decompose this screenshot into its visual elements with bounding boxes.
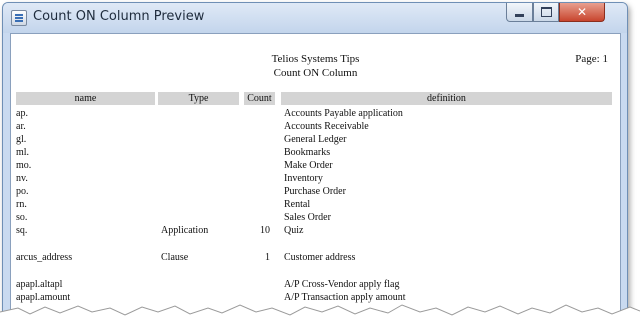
maximize-icon bbox=[540, 7, 552, 17]
table-row: arcus_address Clause 1 Customer address bbox=[11, 252, 620, 265]
table-row: rn. Rental bbox=[11, 199, 620, 212]
report-title: Count ON Column bbox=[273, 67, 358, 79]
cell-definition: Quiz bbox=[284, 225, 304, 236]
cell-name: gl. bbox=[16, 134, 27, 145]
column-header-name: name bbox=[16, 92, 155, 105]
table-row: ar. Accounts Receivable bbox=[11, 121, 620, 134]
cell-name: ar. bbox=[16, 121, 26, 132]
table-row: nv. Inventory bbox=[11, 173, 620, 186]
window-title: Count ON Column Preview bbox=[33, 9, 205, 24]
column-header-definition: definition bbox=[281, 92, 612, 105]
column-header-count: Count bbox=[244, 92, 275, 105]
cell-name: rn. bbox=[16, 199, 27, 210]
table-row: ap. Accounts Payable application bbox=[11, 108, 620, 121]
page-number: Page: 1 bbox=[575, 53, 608, 65]
cell-definition: Inventory bbox=[284, 173, 323, 184]
cell-definition: Sales Order bbox=[284, 212, 331, 223]
cell-definition: Rental bbox=[284, 199, 311, 210]
cell-definition: General Ledger bbox=[284, 134, 347, 145]
cell-definition: A/P Cross-Vendor apply flag bbox=[284, 279, 400, 290]
cell-name: ml. bbox=[16, 147, 30, 158]
maximize-button[interactable] bbox=[533, 3, 559, 22]
title-bar[interactable]: Count ON Column Preview ✕ bbox=[3, 3, 627, 33]
table-row: ml. Bookmarks bbox=[11, 147, 620, 160]
preview-window: Count ON Column Preview ✕ Telios Systems… bbox=[2, 2, 628, 330]
cell-name: po. bbox=[16, 186, 29, 197]
cell-definition: Customer address bbox=[284, 252, 356, 263]
cell-definition: Accounts Payable application bbox=[284, 108, 403, 119]
cell-name: mo. bbox=[16, 160, 32, 171]
document-icon[interactable] bbox=[11, 10, 27, 26]
cell-definition: Accounts Receivable bbox=[284, 121, 369, 132]
cell-name: sq. bbox=[16, 225, 28, 236]
cell-name: so. bbox=[16, 212, 28, 223]
column-header-type: Type bbox=[158, 92, 239, 105]
cell-name: ap. bbox=[16, 108, 28, 119]
cell-definition: Bookmarks bbox=[284, 147, 331, 158]
table-row: sq. Application 10 Quiz bbox=[11, 225, 620, 238]
cell-definition: Make Order bbox=[284, 160, 333, 171]
report-company: Telios Systems Tips bbox=[271, 53, 360, 65]
table-row: mo. Make Order bbox=[11, 160, 620, 173]
cell-type: Application bbox=[161, 225, 209, 236]
cell-name: arcus_address bbox=[16, 252, 73, 263]
cell-name: apapl.altapl bbox=[16, 279, 63, 290]
close-button[interactable]: ✕ bbox=[559, 3, 605, 22]
cell-count: 1 bbox=[265, 252, 270, 263]
minimize-button[interactable] bbox=[506, 3, 533, 22]
table-row: so. Sales Order bbox=[11, 212, 620, 225]
table-row: gl. General Ledger bbox=[11, 134, 620, 147]
report-page: Telios Systems Tips Count ON Column Page… bbox=[10, 33, 621, 329]
minimize-icon bbox=[515, 13, 524, 17]
cell-definition: Purchase Order bbox=[284, 186, 346, 197]
close-icon: ✕ bbox=[576, 5, 588, 19]
table-row: po. Purchase Order bbox=[11, 186, 620, 199]
cell-type: Clause bbox=[161, 252, 189, 263]
cell-name: nv. bbox=[16, 173, 28, 184]
torn-edge-decoration bbox=[0, 304, 640, 330]
cell-count: 10 bbox=[260, 225, 270, 236]
